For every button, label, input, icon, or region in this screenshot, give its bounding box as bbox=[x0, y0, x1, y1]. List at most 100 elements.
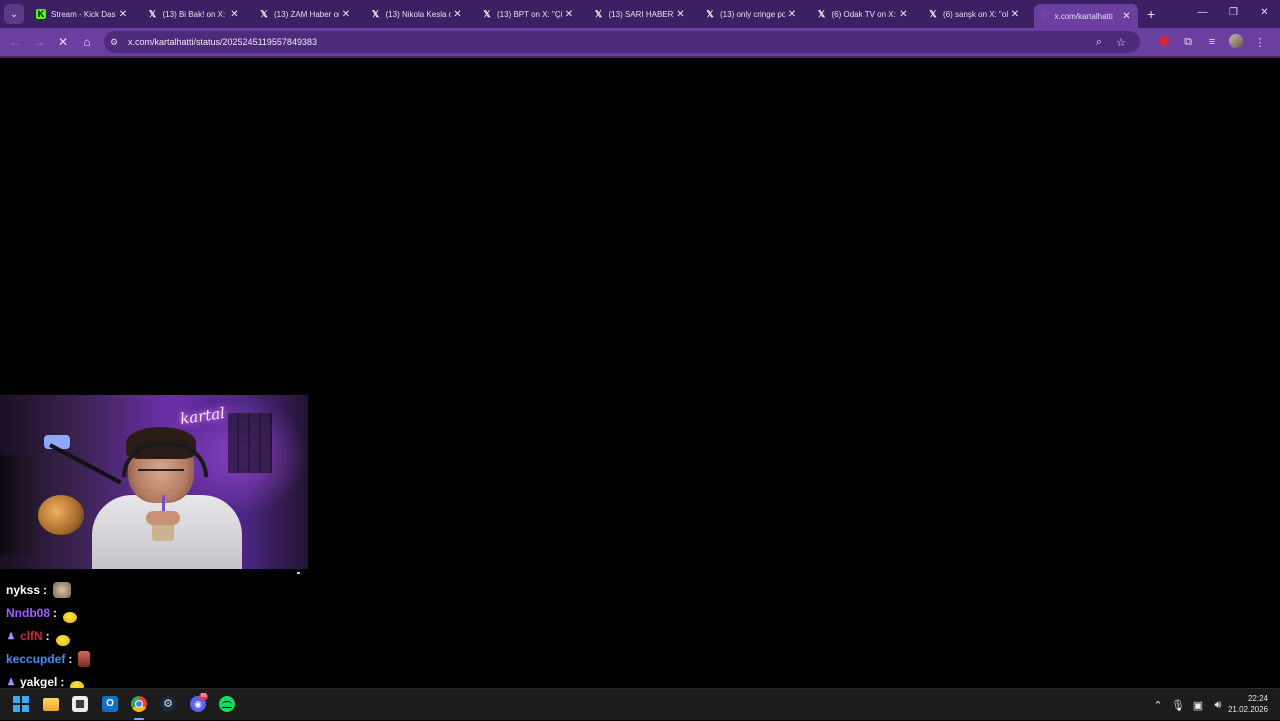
stop-loading-icon[interactable]: ✕ bbox=[51, 35, 75, 49]
network-icon[interactable]: ▣ bbox=[1188, 699, 1208, 712]
tab-title: (6) sanşk on X: "ol bbox=[943, 9, 1008, 19]
tab-kick[interactable]: K Stream - Kick Dashboard ✕ bbox=[30, 3, 134, 25]
chat-message: keccupdef : bbox=[6, 649, 91, 669]
chat-colon: : bbox=[43, 583, 48, 597]
omnibox-actions: ⌕ ☆ bbox=[1088, 31, 1132, 53]
x-icon: 𝕏 bbox=[594, 9, 603, 19]
chrome-icon[interactable] bbox=[131, 696, 147, 712]
tab-title: x.com/kartalhatti bbox=[1054, 11, 1113, 21]
spotify-icon[interactable] bbox=[219, 696, 235, 712]
store-icon[interactable] bbox=[72, 696, 88, 712]
hand bbox=[146, 511, 180, 525]
forward-icon[interactable]: → bbox=[27, 35, 51, 49]
x-icon: 𝕏 bbox=[260, 9, 268, 19]
tab-active[interactable]: ◌ x.com/kartalhatti ✕ bbox=[1033, 4, 1138, 28]
restore-icon[interactable]: ❐ bbox=[1218, 0, 1249, 28]
close-tab-icon[interactable]: ✕ bbox=[451, 9, 465, 20]
media-control-icon[interactable]: ≡ bbox=[1200, 36, 1224, 48]
x-icon: 𝕏 bbox=[929, 9, 937, 19]
close-tab-icon[interactable]: ✕ bbox=[562, 9, 576, 20]
sub-badge-icon: ♟ bbox=[6, 677, 16, 687]
extension-red-icon[interactable] bbox=[1152, 35, 1176, 49]
tab-x-7[interactable]: 𝕏 (6) Odak TV on X: ✕ bbox=[811, 3, 915, 25]
file-explorer-icon[interactable] bbox=[43, 698, 59, 711]
window-light bbox=[228, 413, 272, 473]
bookmark-star-icon[interactable]: ☆ bbox=[1110, 36, 1132, 49]
window-controls: — ❐ ✕ bbox=[1187, 0, 1280, 28]
x-icon: 𝕏 bbox=[817, 9, 826, 19]
close-tab-icon[interactable]: ✕ bbox=[897, 9, 911, 20]
tab-title: (13) Nikola Kesla on X bbox=[385, 9, 451, 19]
tab-title: (13) SARI HABER on X bbox=[608, 9, 674, 19]
discord-badge: 99 bbox=[199, 693, 208, 700]
new-tab-button[interactable]: + bbox=[1147, 6, 1155, 22]
back-icon[interactable]: ← bbox=[3, 35, 27, 49]
tab-x-3[interactable]: 𝕏 (13) Nikola Kesla on X ✕ bbox=[365, 3, 469, 25]
tab-x-6[interactable]: 𝕏 (13) only cringe posts ✕ bbox=[699, 3, 803, 25]
close-window-icon[interactable]: ✕ bbox=[1249, 0, 1280, 28]
clock[interactable]: 22:24 21.02.2026 bbox=[1228, 693, 1268, 715]
loading-icon: ◌ bbox=[1042, 11, 1047, 20]
x-icon: 𝕏 bbox=[148, 9, 157, 19]
chat-username: clfN bbox=[20, 629, 43, 643]
tray-chevron-up-icon[interactable]: ⌃ bbox=[1148, 699, 1168, 712]
close-tab-icon[interactable]: ✕ bbox=[674, 9, 688, 20]
shelf bbox=[0, 455, 40, 555]
chat-colon: : bbox=[68, 652, 73, 666]
tab-x-1[interactable]: 𝕏 (13) Bi Bak! on X: ✕ bbox=[142, 3, 246, 25]
figure-emote-icon bbox=[78, 651, 91, 667]
close-tab-icon[interactable]: ✕ bbox=[785, 9, 799, 20]
blob-emote-icon bbox=[63, 611, 78, 623]
close-tab-icon[interactable]: ✕ bbox=[339, 9, 353, 20]
toolbar-right: ⧉ ≡ ⋮ bbox=[1152, 28, 1272, 56]
minimize-icon[interactable]: — bbox=[1187, 0, 1218, 28]
close-tab-icon[interactable]: ✕ bbox=[228, 9, 242, 20]
sub-badge-icon: ♟ bbox=[6, 631, 16, 641]
chat-colon: : bbox=[53, 606, 58, 620]
webcam-marker bbox=[297, 572, 300, 574]
blob-emote-icon bbox=[55, 634, 70, 646]
kick-icon: K bbox=[36, 9, 46, 19]
tab-x-5[interactable]: 𝕏 (13) SARI HABER on X ✕ bbox=[588, 3, 692, 25]
tab-x-8[interactable]: 𝕏 (6) sanşk on X: "ol ✕ bbox=[922, 3, 1026, 25]
volume-icon[interactable]: 🔊︎ bbox=[1208, 699, 1228, 712]
close-tab-icon[interactable]: ✕ bbox=[1120, 11, 1134, 22]
steam-icon[interactable]: ⚙ bbox=[160, 696, 176, 712]
clock-date: 21.02.2026 bbox=[1227, 705, 1268, 714]
tab-title: Stream - Kick Dashboard bbox=[51, 9, 116, 19]
address-bar[interactable]: ⚙ x.com/kartalhatti/status/2025245119557… bbox=[104, 31, 1140, 53]
close-tab-icon[interactable]: ✕ bbox=[1008, 9, 1022, 20]
menu-kebab-icon[interactable]: ⋮ bbox=[1248, 36, 1272, 49]
webcam-overlay: kartal bbox=[0, 395, 308, 569]
chat-username: keccupdef bbox=[6, 652, 66, 666]
glasses bbox=[138, 469, 184, 481]
profile-avatar[interactable] bbox=[1224, 33, 1248, 51]
tab-x-4[interactable]: 𝕏 (13) BPT on X: "Çin ✕ bbox=[476, 3, 580, 25]
close-tab-icon[interactable]: ✕ bbox=[116, 9, 130, 20]
tab-title: (6) Odak TV on X: bbox=[831, 9, 896, 19]
clock-time: 22:24 bbox=[1247, 694, 1268, 703]
cat-emote-icon bbox=[53, 582, 72, 598]
chat-message: nykss : bbox=[6, 580, 72, 600]
chevron-down-icon: ⌄ bbox=[9, 8, 19, 20]
microphone-icon[interactable]: 🎙︎ bbox=[1168, 699, 1188, 712]
windows-start-icon[interactable] bbox=[13, 696, 29, 712]
browser-toolbar: ← → ✕ ⌂ ⚙ x.com/kartalhatti/status/20252… bbox=[0, 28, 1280, 56]
extensions-puzzle-icon[interactable]: ⧉ bbox=[1176, 36, 1200, 49]
tab-strip: ⌄ K Stream - Kick Dashboard ✕ 𝕏 (13) Bi … bbox=[0, 0, 1280, 28]
tab-x-2[interactable]: 𝕏 (13) ZAM Haber on X ✕ bbox=[253, 3, 357, 25]
zoom-icon[interactable]: ⌕ bbox=[1088, 36, 1110, 49]
home-icon[interactable]: ⌂ bbox=[75, 35, 99, 49]
tab-title: (13) Bi Bak! on X: bbox=[162, 9, 226, 19]
outlook-icon[interactable]: O bbox=[102, 696, 118, 712]
url-text[interactable]: x.com/kartalhatti/status/202524511955784… bbox=[128, 37, 317, 47]
site-info-icon[interactable]: ⚙ bbox=[110, 37, 124, 48]
tab-title: (13) BPT on X: "Çin bbox=[497, 9, 562, 19]
x-icon: 𝕏 bbox=[371, 9, 380, 19]
chat-username: Nndb08 bbox=[6, 606, 51, 620]
taskbar: O ⚙ ◉ 99 ⌃ 🎙︎ ▣ 🔊︎ 22:24 21.02.2026 bbox=[0, 688, 1280, 720]
x-icon: 𝕏 bbox=[483, 9, 491, 19]
tab-search-button[interactable]: ⌄ bbox=[4, 4, 24, 24]
x-icon: 𝕏 bbox=[706, 9, 714, 19]
tab-title: (13) ZAM Haber on X bbox=[274, 9, 339, 19]
